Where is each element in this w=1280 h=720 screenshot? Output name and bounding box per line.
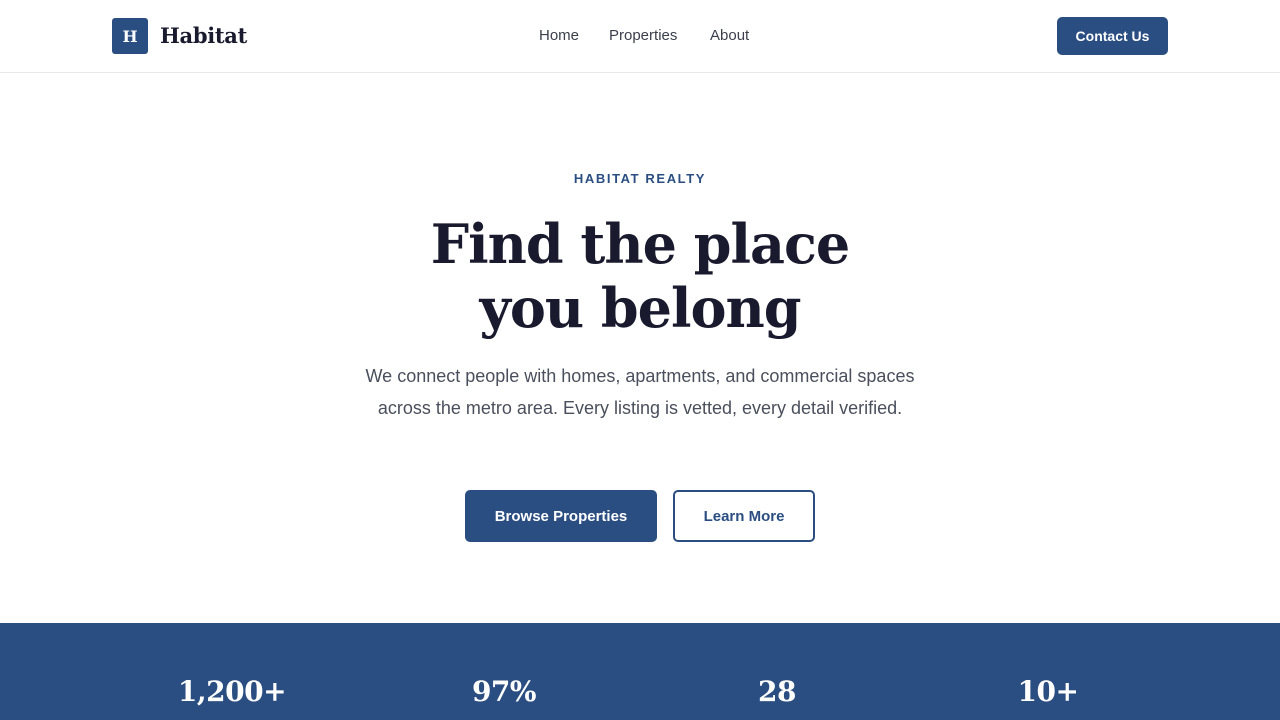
hero-eyebrow: HABITAT REALTY: [573, 171, 707, 186]
nav-link-home[interactable]: Home: [539, 24, 579, 48]
stat-value-2: 97%: [471, 675, 537, 708]
headline-line-2: you belong: [479, 276, 801, 340]
contact-us-button[interactable]: Contact Us: [1057, 17, 1168, 55]
stat-value-3: 28: [758, 675, 796, 708]
stats-band: 1,200+ 97% 28 10+: [0, 623, 1280, 720]
logo-mark[interactable]: H: [112, 18, 148, 54]
hero-headline: Find the place you belong: [340, 212, 940, 340]
nav-link-about[interactable]: About: [710, 24, 749, 48]
stat-value-1: 1,200+: [177, 675, 287, 708]
stat-value-4: 10+: [1017, 675, 1079, 708]
hero-description: We connect people with homes, apartments…: [365, 366, 915, 418]
brand-name[interactable]: Habitat: [160, 21, 247, 51]
learn-more-button[interactable]: Learn More: [673, 490, 815, 542]
site-header: H Habitat Home Properties About Contact …: [0, 0, 1280, 73]
browse-properties-button[interactable]: Browse Properties: [465, 490, 657, 542]
headline-line-1: Find the place: [430, 212, 851, 276]
nav-link-properties[interactable]: Properties: [609, 24, 677, 48]
